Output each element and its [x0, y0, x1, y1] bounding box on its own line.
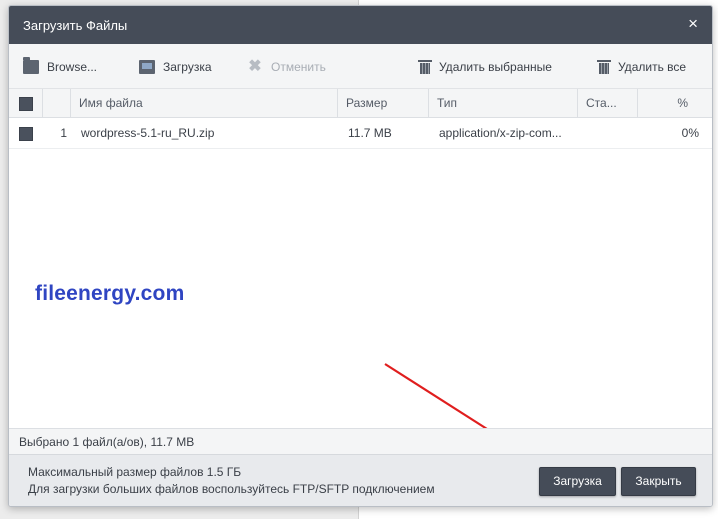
close-button[interactable]: Закрыть	[621, 467, 696, 496]
max-size-note: Максимальный размер файлов 1.5 ГБ	[28, 465, 242, 479]
upload-dialog: Загрузить Файлы × Browse... Загрузка ✖ О…	[8, 5, 713, 507]
status-bar: Выбрано 1 файл(а/ов), 11.7 MB	[9, 428, 712, 455]
selection-summary: Выбрано 1 файл(а/ов), 11.7 MB	[19, 435, 195, 449]
ftp-note: Для загрузки больших файлов воспользуйте…	[28, 482, 435, 496]
dialog-footer: Максимальный размер файлов 1.5 ГБ Для за…	[9, 454, 712, 506]
upload-button[interactable]: Загрузка	[539, 467, 616, 496]
